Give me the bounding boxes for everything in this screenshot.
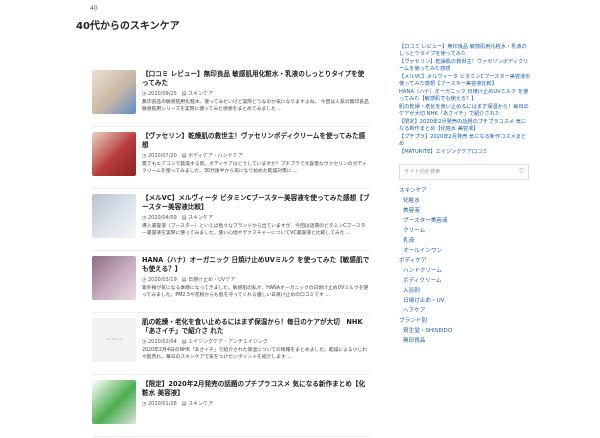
post-thumbnail[interactable] [92, 194, 136, 238]
post-excerpt: 2020年2月4日のNHK「あさイチ」で紹介された保湿についての情報をまとめまし… [142, 348, 368, 360]
category-child-link[interactable]: 乳液 [399, 236, 531, 246]
post-excerpt: 無印良品の敏感肌用化粧水、使ってみたいけど実際どうなのか気になりますよね。 今回… [142, 100, 369, 112]
recent-post-link[interactable]: 【ヴァセリン】乾燥肌の救世主！ヴァセリンボディクリームを使ってみた感想 [399, 59, 531, 73]
post-excerpt: 夏でもエアコンで乾燥する肌、ボディケアはどうしていますか？プチプラで大容量なヴァ… [142, 162, 367, 174]
post-title[interactable]: 【口コミ レビュー】無印良品 敏感肌用化粧水・乳液のしっとりタイプを使ってみた [142, 70, 370, 88]
post-list: 【口コミ レビュー】無印良品 敏感肌用化粧水・乳液のしっとりタイプを使ってみた ◷… [92, 66, 370, 438]
post-meta: ◷ 2020/02/04 ▤ エイジングケア・アンチエイジング [142, 338, 370, 345]
recent-post-link[interactable]: 【プチプラ】2020年2月発売 気になる新作コスメまとめ [399, 134, 531, 148]
recent-post-link[interactable]: HANA（ハナ）オーガニック 日焼け止めUVミルク を使ってみた【敏感肌でも使え… [399, 89, 531, 103]
post-excerpt: 紫外線が気になる季節になってきました。敏感肌の私が、HANAオーガニックの日焼け… [142, 286, 369, 298]
category-list: スキンケア 化粧水 美容液 ブースター美容液 クリーム 乳液 オールインワン ボディケア ハンド… [399, 186, 531, 346]
post-item[interactable]: 【ヴァセリン】乾燥肌の救世主！ヴァセリンボディクリームを使ってみた感想 ◷ 202… [92, 128, 370, 189]
post-thumbnail[interactable] [92, 256, 136, 300]
post-title[interactable]: 肌の乾燥・老化を食い止めるにはまず保湿から！毎日のケアが大切 NHK「あさイチ」… [142, 318, 370, 336]
sidebar: 【口コミ レビュー】無印良品 敏感肌用化粧水・乳液のしっとりタイプを使ってみた【… [399, 44, 531, 346]
post-thumbnail[interactable] [92, 70, 136, 114]
post-item[interactable]: HANA（ハナ）オーガニック 日焼け止めUVミルク を使ってみた【敏感肌でも使え… [92, 252, 370, 313]
post-date: 2020/09/25 [147, 91, 177, 97]
post-title[interactable]: 【限定】2020年2月発売の話題のプチプラコスメ 気になる新作まとめ【化粧水 美… [142, 380, 370, 398]
post-date: 2020/07/20 [147, 153, 177, 159]
breadcrumb[interactable]: 40 [90, 5, 98, 12]
category-child-link[interactable]: ブースター美容液 [399, 216, 531, 226]
search-box: ⚲ [399, 164, 529, 180]
post-meta: ◷ 2020/07/20 ▤ ボディケア・ハンドケア [142, 152, 370, 159]
recent-post-link[interactable]: 【口コミ レビュー】無印良品 敏感肌用化粧水・乳液のしっとりタイプを使ってみた [399, 44, 531, 58]
post-title[interactable]: 【ヴァセリン】乾燥肌の救世主！ヴァセリンボディクリームを使ってみた感想 [142, 132, 370, 150]
category-parent-link[interactable]: スキンケア [399, 186, 531, 196]
category-child-link[interactable]: オールインワン [399, 246, 531, 256]
post-excerpt: 導入美容液（ブースター）といえば色々なブランドから出ていますが、今回は話題のビタ… [142, 224, 366, 236]
post-date: 2020/01/28 [147, 401, 177, 407]
post-meta: ◷ 2020/09/25 ▤ スキンケア [142, 90, 370, 97]
category-child-link[interactable]: ハンドクリーム [399, 266, 531, 276]
category-parent-link[interactable]: ボディケア [399, 256, 531, 266]
post-title[interactable]: HANA（ハナ）オーガニック 日焼け止めUVミルク を使ってみた【敏感肌でも使え… [142, 256, 370, 274]
search-icon[interactable]: ⚲ [519, 167, 524, 175]
category-child-link[interactable]: ヘアケア [399, 306, 531, 316]
recent-post-link[interactable]: 【MATURITE】エイジングケア口コミ [399, 149, 531, 156]
post-item[interactable]: NO IMAGE 肌の乾燥・老化を食い止めるにはまず保湿から！毎日のケアが大切 N… [92, 314, 370, 375]
recent-post-link[interactable]: 肌の乾燥・老化を食い止めるにはまず保湿から！毎日のケアが大切 NHK「あさイチ」… [399, 104, 531, 118]
search-input[interactable] [404, 167, 512, 176]
recent-post-link[interactable]: 【限定】2020年2月発売の話題のプチプラコスメ 気になる新作まとめ【化粧水 美… [399, 119, 531, 133]
post-date: 2020/04/09 [147, 215, 177, 221]
post-category[interactable]: エイジングケア・アンチエイジング [188, 339, 268, 345]
category-child-link[interactable]: 資生堂・SHISEIDO [399, 326, 531, 336]
post-category[interactable]: スキンケア [188, 401, 213, 407]
category-child-link[interactable]: ボディクリーム [399, 276, 531, 286]
post-category[interactable]: 日焼け止め・UVケア [188, 277, 235, 283]
post-thumbnail[interactable] [92, 380, 136, 424]
post-item[interactable]: 【口コミ レビュー】無印良品 敏感肌用化粧水・乳液のしっとりタイプを使ってみた ◷… [92, 66, 370, 127]
post-meta: ◷ 2020/01/28 ▤ スキンケア [142, 400, 370, 407]
category-child-link[interactable]: 化粧水 [399, 196, 531, 206]
post-category[interactable]: スキンケア [188, 91, 213, 97]
post-category[interactable]: ボディケア・ハンドケア [188, 153, 243, 159]
post-date: 2020/02/04 [147, 339, 177, 345]
category-child-link[interactable]: 美容液 [399, 206, 531, 216]
recent-post-link[interactable]: 【メルVC】メルヴィータ ビタミンCブースター美容液を使ってみた感想【ブースター… [399, 74, 531, 88]
category-child-link[interactable]: 無印良品 [399, 336, 531, 346]
post-thumbnail[interactable]: NO IMAGE [92, 318, 136, 362]
page-title: 40代からのスキンケア [76, 21, 180, 32]
recent-posts: 【口コミ レビュー】無印良品 敏感肌用化粧水・乳液のしっとりタイプを使ってみた【… [399, 44, 531, 156]
post-item[interactable]: 【限定】2020年2月発売の話題のプチプラコスメ 気になる新作まとめ【化粧水 美… [92, 376, 370, 437]
post-item[interactable]: 【メルVC】メルヴィータ ビタミンCブースター美容液を使ってみた感想【ブースター… [92, 190, 370, 251]
post-meta: ◷ 2020/04/09 ▤ スキンケア [142, 214, 370, 221]
post-date: 2020/03/19 [147, 277, 177, 283]
noimage-label: NO IMAGE [106, 337, 122, 341]
post-thumbnail[interactable] [92, 132, 136, 176]
post-category[interactable]: スキンケア [188, 215, 213, 221]
category-parent-link[interactable]: ブランド別 [399, 316, 531, 326]
category-child-link[interactable]: 日焼け止め・UV [399, 296, 531, 306]
category-child-link[interactable]: 入浴剤 [399, 286, 531, 296]
post-title[interactable]: 【メルVC】メルヴィータ ビタミンCブースター美容液を使ってみた感想【ブースター… [142, 194, 370, 212]
category-child-link[interactable]: クリーム [399, 226, 531, 236]
post-meta: ◷ 2020/03/19 ▤ 日焼け止め・UVケア [142, 276, 370, 283]
